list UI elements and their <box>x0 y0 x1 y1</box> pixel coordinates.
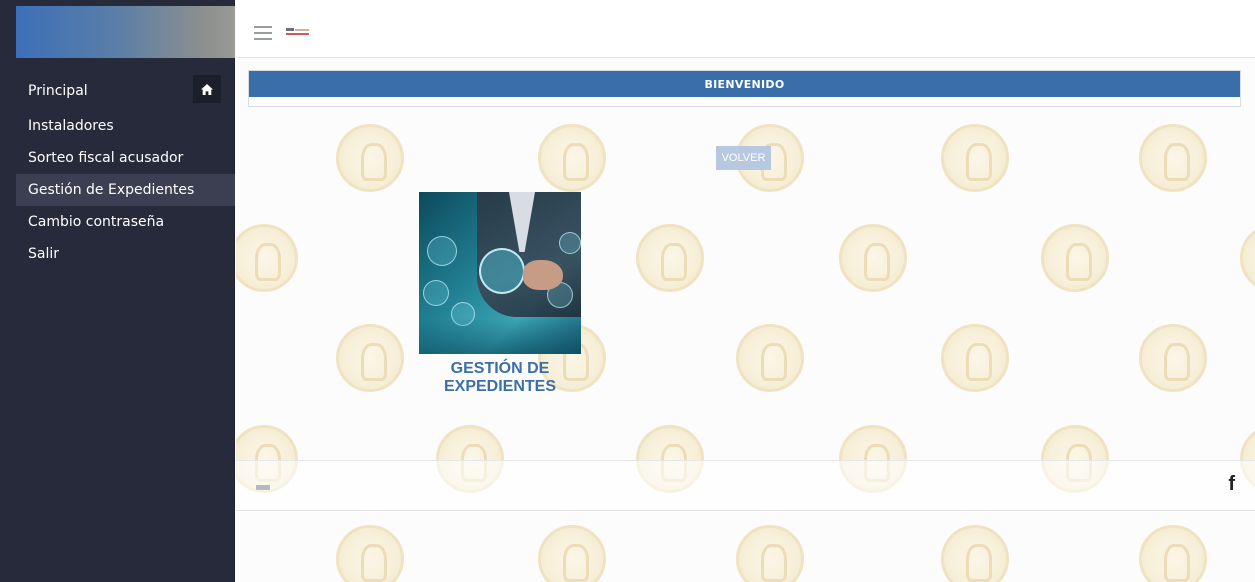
justice-seal-watermark-icon <box>336 525 404 582</box>
footer: f <box>236 460 1255 511</box>
sidebar-item-instaladores[interactable]: Instaladores <box>16 110 235 142</box>
welcome-heading: BIENVENIDO <box>249 71 1240 97</box>
sidebar: Principal Instaladores Sorteo fiscal acu… <box>0 0 235 582</box>
justice-seal-watermark-icon <box>839 224 907 292</box>
justice-seal-watermark-icon <box>236 224 298 292</box>
sidebar-item-label: Gestión de Expedientes <box>28 182 195 198</box>
sidebar-item-principal[interactable]: Principal <box>16 72 235 110</box>
institution-logo-icon <box>286 28 309 35</box>
sidebar-item-cambio-contrasena[interactable]: Cambio contraseña <box>16 206 235 238</box>
topbar <box>236 6 1255 58</box>
justice-seal-watermark-icon <box>1041 224 1109 292</box>
sidebar-item-label: Cambio contraseña <box>28 214 165 230</box>
justice-seal-watermark-icon <box>636 224 704 292</box>
justice-seal-watermark-icon <box>941 324 1009 392</box>
justice-seal-watermark-icon <box>538 525 606 582</box>
module-title[interactable]: GESTIÓN DE EXPEDIENTES <box>419 360 581 396</box>
justice-seal-watermark-icon <box>336 124 404 192</box>
business-network-icon[interactable] <box>419 192 581 354</box>
sidebar-item-label: Principal <box>28 83 88 99</box>
justice-seal-watermark-icon <box>1139 324 1207 392</box>
footer-logo-icon <box>256 485 270 490</box>
sidebar-menu: Principal Instaladores Sorteo fiscal acu… <box>16 72 235 270</box>
main-content: BIENVENIDO VOLVER GESTIÓN DE EXPEDIENTES… <box>236 59 1255 582</box>
welcome-panel: BIENVENIDO <box>248 70 1241 107</box>
home-icon[interactable] <box>193 75 221 103</box>
justice-seal-watermark-icon <box>1139 124 1207 192</box>
justice-seal-watermark-icon <box>336 324 404 392</box>
sidebar-item-label: Instaladores <box>28 118 114 134</box>
justice-seal-watermark-icon <box>941 124 1009 192</box>
sidebar-brand-banner <box>16 6 235 58</box>
justice-seal-watermark-icon <box>538 124 606 192</box>
sidebar-item-gestion-expedientes[interactable]: Gestión de Expedientes <box>16 174 235 206</box>
back-button[interactable]: VOLVER <box>716 146 771 170</box>
module-card-gestion-expedientes[interactable]: GESTIÓN DE EXPEDIENTES <box>419 192 581 396</box>
justice-seal-watermark-icon <box>941 525 1009 582</box>
justice-seal-watermark-icon <box>736 525 804 582</box>
sidebar-item-label: Salir <box>28 246 60 262</box>
justice-seal-watermark-icon <box>736 324 804 392</box>
justice-seal-watermark-icon <box>1139 525 1207 582</box>
facebook-icon[interactable]: f <box>1228 473 1235 496</box>
justice-seal-watermark-icon <box>1240 224 1255 292</box>
sidebar-item-salir[interactable]: Salir <box>16 238 235 270</box>
hamburger-icon[interactable] <box>254 26 272 40</box>
sidebar-item-sorteo-fiscal[interactable]: Sorteo fiscal acusador <box>16 142 235 174</box>
sidebar-item-label: Sorteo fiscal acusador <box>28 150 184 166</box>
